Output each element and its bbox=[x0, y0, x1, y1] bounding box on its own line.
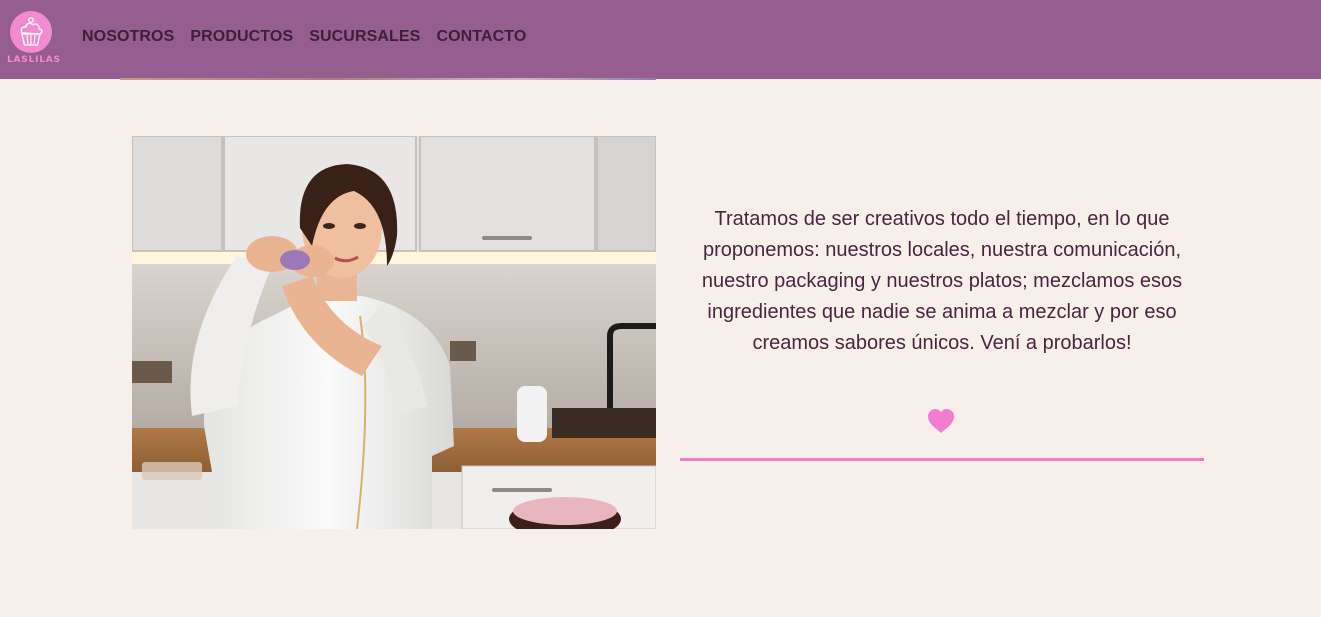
nav-link-nosotros[interactable]: NOSOTROS bbox=[82, 28, 174, 46]
navbar: LASLILAS NOSOTROS PRODUCTOS SUCURSALES C… bbox=[0, 0, 1321, 79]
logo-text: LASLILAS bbox=[7, 55, 61, 65]
nav-link-sucursales[interactable]: SUCURSALES bbox=[309, 28, 420, 46]
about-text: Tratamos de ser creativos todo el tiempo… bbox=[701, 208, 1183, 354]
nav-link-contacto[interactable]: CONTACTO bbox=[436, 28, 526, 46]
main-nav: NOSOTROS PRODUCTOS SUCURSALES CONTACTO bbox=[82, 28, 526, 46]
nav-link-productos[interactable]: PRODUCTOS bbox=[190, 28, 293, 46]
chef-photo bbox=[132, 136, 656, 529]
section-divider bbox=[680, 458, 1204, 461]
logo[interactable]: LASLILAS bbox=[7, 11, 61, 69]
cupcake-icon bbox=[10, 11, 52, 53]
heart-icon bbox=[928, 409, 954, 433]
hero-image-edge bbox=[120, 78, 656, 80]
